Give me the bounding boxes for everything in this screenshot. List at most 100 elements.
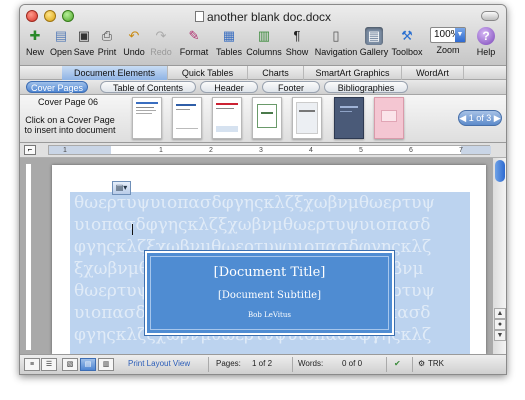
- ruler-tick: 6: [409, 147, 413, 154]
- subtab-cover-pages[interactable]: Cover Pages: [26, 81, 88, 93]
- chevron-down-icon: ▼: [455, 28, 465, 42]
- save-button[interactable]: ▣ Save: [72, 27, 96, 63]
- gallery-button[interactable]: ▤ Gallery: [358, 27, 390, 63]
- tab-document-elements[interactable]: Document Elements: [62, 66, 168, 80]
- cover-page-gallery: Cover Page 06 Click on a Cover Page to i…: [20, 95, 506, 143]
- undo-button[interactable]: ↶ Undo: [120, 27, 148, 63]
- vertical-scrollbar[interactable]: ▲ ● ▼: [492, 158, 506, 354]
- ruler-tick: 1: [159, 147, 163, 154]
- scroll-thumb[interactable]: [495, 160, 505, 182]
- cover-thumbnail[interactable]: [252, 97, 282, 139]
- window-title: another blank doc.docx: [20, 10, 506, 24]
- toolbar-toggle-button[interactable]: [481, 11, 499, 21]
- columns-icon: ▥: [257, 28, 271, 43]
- document-subtitle-field[interactable]: [Document Subtitle]: [147, 290, 392, 301]
- tab-quick-tables[interactable]: Quick Tables: [168, 66, 248, 80]
- zoom-control[interactable]: 100% ▼ Zoom: [428, 27, 468, 63]
- ribbon-subtabs: Cover Pages Table of Contents Header Foo…: [20, 80, 506, 95]
- ruler-tick: 7: [459, 147, 463, 154]
- document-title-field[interactable]: [Document Title]: [147, 265, 392, 280]
- horizontal-ruler[interactable]: 1 1 2 3 4 5 6 7: [48, 145, 491, 155]
- vertical-ruler[interactable]: [25, 163, 32, 351]
- words-label: Words:: [298, 359, 324, 368]
- word-window: another blank doc.docx ✚ New ▤ Open ▣ Save …: [19, 4, 507, 375]
- pages-value: 1 of 2: [252, 359, 273, 368]
- open-folder-icon: ▤: [54, 28, 68, 43]
- cover-thumbnail[interactable]: [212, 97, 242, 139]
- tab-stop-selector[interactable]: ⌐: [24, 145, 36, 155]
- cover-thumbnail[interactable]: [132, 97, 162, 139]
- previous-page-button[interactable]: ▲: [494, 308, 506, 319]
- watermark-text-line: θωερτυψυιοπασδφγηςκλζξχωβνμθωερτυψ: [74, 193, 435, 213]
- words-value: 0 of 0: [342, 359, 363, 368]
- cover-title-box[interactable]: [Document Title] [Document Subtitle] Bob…: [144, 250, 395, 336]
- chevron-right-icon[interactable]: ▶: [494, 113, 501, 123]
- format-brush-icon: ✎: [188, 28, 200, 43]
- help-button[interactable]: ? Help: [472, 27, 500, 63]
- draft-view-button[interactable]: ≡: [24, 358, 40, 371]
- publishing-view-button[interactable]: ▧: [62, 358, 78, 371]
- open-button[interactable]: ▤ Open: [48, 27, 74, 63]
- tab-wordart[interactable]: WordArt: [402, 66, 464, 80]
- navigation-button[interactable]: ▯ Navigation: [314, 27, 358, 63]
- ruler-tick: 3: [259, 147, 263, 154]
- navigation-pane-icon: ▯: [332, 28, 340, 43]
- new-document-icon: ✚: [29, 28, 41, 43]
- printer-icon: ⎙: [101, 28, 113, 43]
- document-author-field[interactable]: Bob LeVitus: [147, 311, 392, 319]
- save-disk-icon: ▣: [77, 28, 91, 43]
- chevron-left-icon[interactable]: ◀: [459, 113, 466, 123]
- outline-view-button[interactable]: ☰: [41, 358, 57, 371]
- ruler-tick: 5: [359, 147, 363, 154]
- ruler-tick: 1: [63, 147, 67, 154]
- ruler-tick: 4: [309, 147, 313, 154]
- new-button[interactable]: ✚ New: [22, 27, 48, 63]
- subtab-table-of-contents[interactable]: Table of Contents: [100, 81, 196, 93]
- gallery-help-text: Click on a Cover Page to insert into doc…: [24, 115, 116, 135]
- current-view-label: Print Layout View: [128, 359, 191, 368]
- format-button[interactable]: ✎ Format: [178, 27, 210, 63]
- track-changes-label[interactable]: TRK: [428, 359, 444, 368]
- print-layout-view-button[interactable]: ▤: [80, 358, 96, 371]
- notebook-view-button[interactable]: ▥: [98, 358, 114, 371]
- track-changes-icon: ⚙: [418, 359, 426, 368]
- watermark-text-line: υιοπασδφγηςκλζξχωβνμθωερτυψυιοπασδ: [74, 215, 431, 235]
- gallery-icon: ▤: [365, 27, 383, 45]
- spelling-check-icon[interactable]: ✔: [394, 359, 401, 368]
- ribbon-tabs: Document Elements Quick Tables Charts Sm…: [20, 66, 506, 80]
- tables-button[interactable]: ▦ Tables: [213, 27, 245, 63]
- gallery-selected-title: Cover Page 06: [37, 97, 99, 107]
- zoom-select[interactable]: 100% ▼: [430, 27, 466, 43]
- text-cursor: [132, 224, 133, 235]
- next-page-button[interactable]: ▼: [494, 330, 506, 341]
- toolbox-button[interactable]: ⚒ Toolbox: [390, 27, 424, 63]
- columns-button[interactable]: ▥ Columns: [245, 27, 283, 63]
- pages-label: Pages:: [216, 359, 241, 368]
- undo-arrow-icon: ↶: [128, 28, 140, 43]
- toolbox-icon: ⚒: [401, 28, 413, 43]
- pilcrow-icon: ¶: [293, 28, 301, 43]
- status-bar: ≡ ☰ ▧ ▤ ▥ Print Layout View Pages: 1 of …: [20, 354, 506, 374]
- gallery-pager[interactable]: ◀ 1 of 3 ▶: [458, 110, 502, 126]
- layout-options-button[interactable]: ▤▾: [112, 181, 131, 195]
- table-grid-icon: ▦: [222, 28, 236, 43]
- tab-smartart-graphics[interactable]: SmartArt Graphics: [304, 66, 402, 80]
- cover-page-background[interactable]: θωερτυψυιοπασδφγηςκλζξχωβνμθωερτυψ υιοπα…: [70, 192, 470, 354]
- show-button[interactable]: ¶ Show: [284, 27, 310, 63]
- subtab-header[interactable]: Header: [200, 81, 258, 93]
- cover-thumbnail[interactable]: [292, 97, 322, 139]
- cover-thumbnail[interactable]: [172, 97, 202, 139]
- subtab-footer[interactable]: Footer: [262, 81, 320, 93]
- cover-thumbnail[interactable]: [374, 97, 404, 139]
- horizontal-ruler-bar: ⌐ 1 1 2 3 4 5 6 7: [20, 143, 506, 158]
- cover-thumbnail-selected[interactable]: [334, 97, 364, 139]
- subtab-bibliographies[interactable]: Bibliographies: [324, 81, 408, 93]
- browse-object-button[interactable]: ●: [494, 319, 506, 330]
- print-button[interactable]: ⎙ Print: [94, 27, 120, 63]
- help-icon: ?: [477, 27, 495, 45]
- tab-charts[interactable]: Charts: [248, 66, 304, 80]
- ruler-tick: 2: [209, 147, 213, 154]
- redo-arrow-icon: ↷: [155, 28, 167, 43]
- title-toolbar-area: another blank doc.docx ✚ New ▤ Open ▣ Save …: [20, 5, 506, 66]
- redo-button[interactable]: ↷ Redo: [148, 27, 174, 63]
